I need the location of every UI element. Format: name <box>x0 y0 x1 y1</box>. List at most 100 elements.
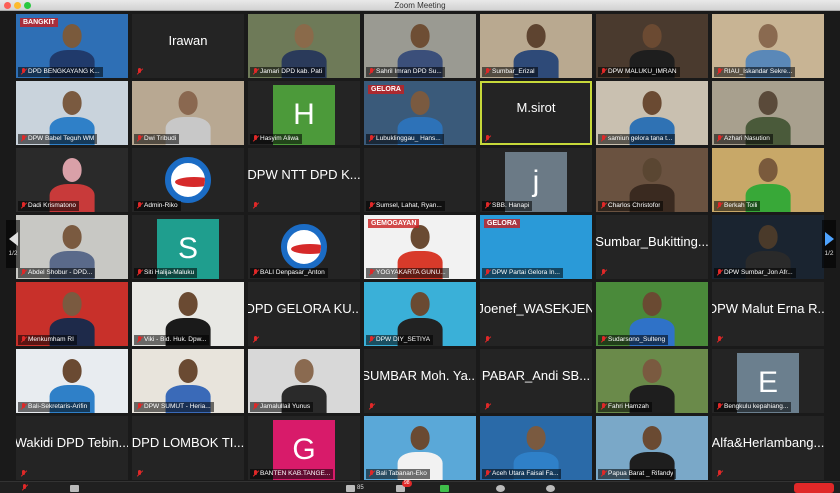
participant-name: Lubuklinggau_ Hans... <box>376 135 441 142</box>
participant-name: Azhari Nasution <box>724 135 770 142</box>
mute-button[interactable] <box>22 484 29 492</box>
participant-tile[interactable]: Wakidi DPD Tebin... <box>16 416 128 480</box>
muted-mic-icon <box>253 403 258 411</box>
participant-name: Bali Tabanan-Eko <box>376 470 427 477</box>
participant-tile[interactable]: Dwi Tribudi <box>132 81 244 145</box>
record-button[interactable] <box>496 484 505 492</box>
participant-tile[interactable]: Sudarsono_Sulteng <box>596 282 708 346</box>
reactions-button[interactable] <box>546 484 555 492</box>
participant-label <box>482 335 495 345</box>
participant-tile[interactable]: j SBB. Hanapi <box>480 148 592 212</box>
participant-tile[interactable]: Berkah Toili <box>712 148 824 212</box>
muted-mic-icon <box>253 269 258 277</box>
participant-tile[interactable]: DPD GELORA KU... <box>248 282 360 346</box>
participant-tile[interactable]: GELORA DPW Partai Gelora In... <box>480 215 592 279</box>
chat-button[interactable]: 98 <box>396 480 412 492</box>
participant-name: Bali-Sekretaris-Arifin <box>28 403 88 410</box>
participant-label: DPW Sumbar_Jon Afr... <box>714 268 796 278</box>
participant-name: Sumbar_Erizal <box>492 68 535 75</box>
participant-tile[interactable]: G BANTEN KAB.TANGE... <box>248 416 360 480</box>
next-page-button[interactable]: 1/2 <box>822 220 836 268</box>
participant-tile[interactable]: samiun gelora tana t... <box>596 81 708 145</box>
muted-mic-icon <box>137 336 142 344</box>
participant-label: Sumbar_Erizal <box>482 67 538 77</box>
participant-tile[interactable]: DPW SUMUT - Heria... <box>132 349 244 413</box>
participant-label: Papua Barat _ Rifandy <box>598 469 677 479</box>
participant-label <box>250 201 263 211</box>
participant-name: Abdel Shobur - DPD... <box>28 269 93 276</box>
participant-name: YOGYAKARTA GUNU... <box>376 269 446 276</box>
participant-tile[interactable]: DPD LOMBOK TI... <box>132 416 244 480</box>
participant-tile[interactable]: Bali-Sekretaris-Arifin <box>16 349 128 413</box>
participant-tile[interactable]: Admin-Riko <box>132 148 244 212</box>
participant-tile[interactable]: E Bengkulu kepahiang... <box>712 349 824 413</box>
participant-tile[interactable]: RIAU_Iskandar Sekre... <box>712 14 824 78</box>
participant-tile[interactable]: Sumbar_Bukitting... <box>596 215 708 279</box>
muted-mic-icon <box>601 403 606 411</box>
participant-tile[interactable]: Menkumham RI <box>16 282 128 346</box>
participant-tile[interactable]: GELORA Lubuklinggau_ Hans... <box>364 81 476 145</box>
participant-label: Sahril Imran DPD Su... <box>366 67 445 77</box>
video-button[interactable] <box>70 484 79 492</box>
muted-mic-icon <box>253 336 258 344</box>
participant-tile[interactable]: DPW Sumbar_Jon Afr... <box>712 215 824 279</box>
participant-label: YOGYAKARTA GUNU... <box>366 268 449 278</box>
participant-label: DPD BENGKAYANG K... <box>18 67 103 77</box>
participant-label <box>366 402 379 412</box>
participant-tile[interactable]: Irawan <box>132 14 244 78</box>
participant-tile[interactable]: BANGKIT DPD BENGKAYANG K... <box>16 14 128 78</box>
participant-tile[interactable]: BALI Denpasar_Anton <box>248 215 360 279</box>
end-meeting-button[interactable] <box>794 483 834 493</box>
participant-label: Siti Halija-Maluku <box>134 268 198 278</box>
participant-tile[interactable]: GEMOGAYAN YOGYAKARTA GUNU... <box>364 215 476 279</box>
participant-name: Viki - Bid. Huk. Dpw... <box>144 336 207 343</box>
participant-tile[interactable]: Papua Barat _ Rifandy <box>596 416 708 480</box>
participants-button[interactable]: 85 <box>346 484 364 492</box>
participant-tile[interactable]: H Hasyim Aliwa <box>248 81 360 145</box>
chevron-left-icon <box>8 231 18 246</box>
participant-name: Siti Halija-Maluku <box>144 269 195 276</box>
participant-tile[interactable]: S Siti Halija-Maluku <box>132 215 244 279</box>
participant-tile[interactable]: DPW MALUKU_IMRAN <box>596 14 708 78</box>
participant-tile[interactable]: PABAR_Andi SB... <box>480 349 592 413</box>
participant-tile[interactable]: SUMBAR Moh. Ya... <box>364 349 476 413</box>
participant-tile[interactable]: Charlos Christofor <box>596 148 708 212</box>
participant-label: Hasyim Aliwa <box>250 134 302 144</box>
participant-tile[interactable]: Sumbar_Erizal <box>480 14 592 78</box>
participant-label: DPW SUMUT - Heria... <box>134 402 214 412</box>
participant-tile[interactable]: Sumsel, Lahat, Ryan... <box>364 148 476 212</box>
participant-tile[interactable]: DPW Malut Erna R... <box>712 282 824 346</box>
participant-name: Dadi Krismatono <box>28 202 77 209</box>
participant-name: Hasyim Aliwa <box>260 135 299 142</box>
participant-tile[interactable]: Jamari DPD kab. Pati <box>248 14 360 78</box>
participant-tile[interactable]: M.sirot <box>480 81 592 145</box>
share-screen-button[interactable] <box>440 484 449 492</box>
participant-tile[interactable]: Fahri Hamzah <box>596 349 708 413</box>
muted-mic-icon <box>21 135 26 143</box>
participant-name: BALI Denpasar_Anton <box>260 269 325 276</box>
participant-tile[interactable]: Jamalullail Yunus <box>248 349 360 413</box>
participant-name-large: DPW NTT DPD K... <box>248 166 360 182</box>
participant-tile[interactable]: Aceh Utara Faisal Fa... <box>480 416 592 480</box>
participant-tile[interactable]: DPW Babel Teguh WM <box>16 81 128 145</box>
participant-name: Sumsel, Lahat, Ryan... <box>376 202 442 209</box>
participant-label: Lubuklinggau_ Hans... <box>366 134 444 144</box>
participant-tile[interactable]: Azhari Nasution <box>712 81 824 145</box>
participant-tile[interactable]: DPW NTT DPD K... <box>248 148 360 212</box>
participant-tile[interactable]: Viki - Bid. Huk. Dpw... <box>132 282 244 346</box>
participant-label <box>18 469 31 479</box>
participant-tile[interactable]: DPW DIY_SETIYA <box>364 282 476 346</box>
camera-off-icon <box>70 484 79 492</box>
participant-tile[interactable]: Sahril Imran DPD Su... <box>364 14 476 78</box>
participant-tile[interactable]: Bali Tabanan-Eko <box>364 416 476 480</box>
participant-tile[interactable]: Abdel Shobur - DPD... <box>16 215 128 279</box>
muted-mic-icon <box>485 135 490 143</box>
previous-page-button[interactable]: 1/2 <box>6 220 20 268</box>
participant-label: Aceh Utara Faisal Fa... <box>482 469 562 479</box>
participant-label: Viki - Bid. Huk. Dpw... <box>134 335 210 345</box>
participant-tile[interactable]: Dadi Krismatono <box>16 148 128 212</box>
participant-tile[interactable]: Joenef_WASEKJEN <box>480 282 592 346</box>
muted-mic-icon <box>21 470 26 478</box>
participant-tile[interactable]: Alfa&Herlambang... <box>712 416 824 480</box>
muted-mic-icon <box>137 269 142 277</box>
